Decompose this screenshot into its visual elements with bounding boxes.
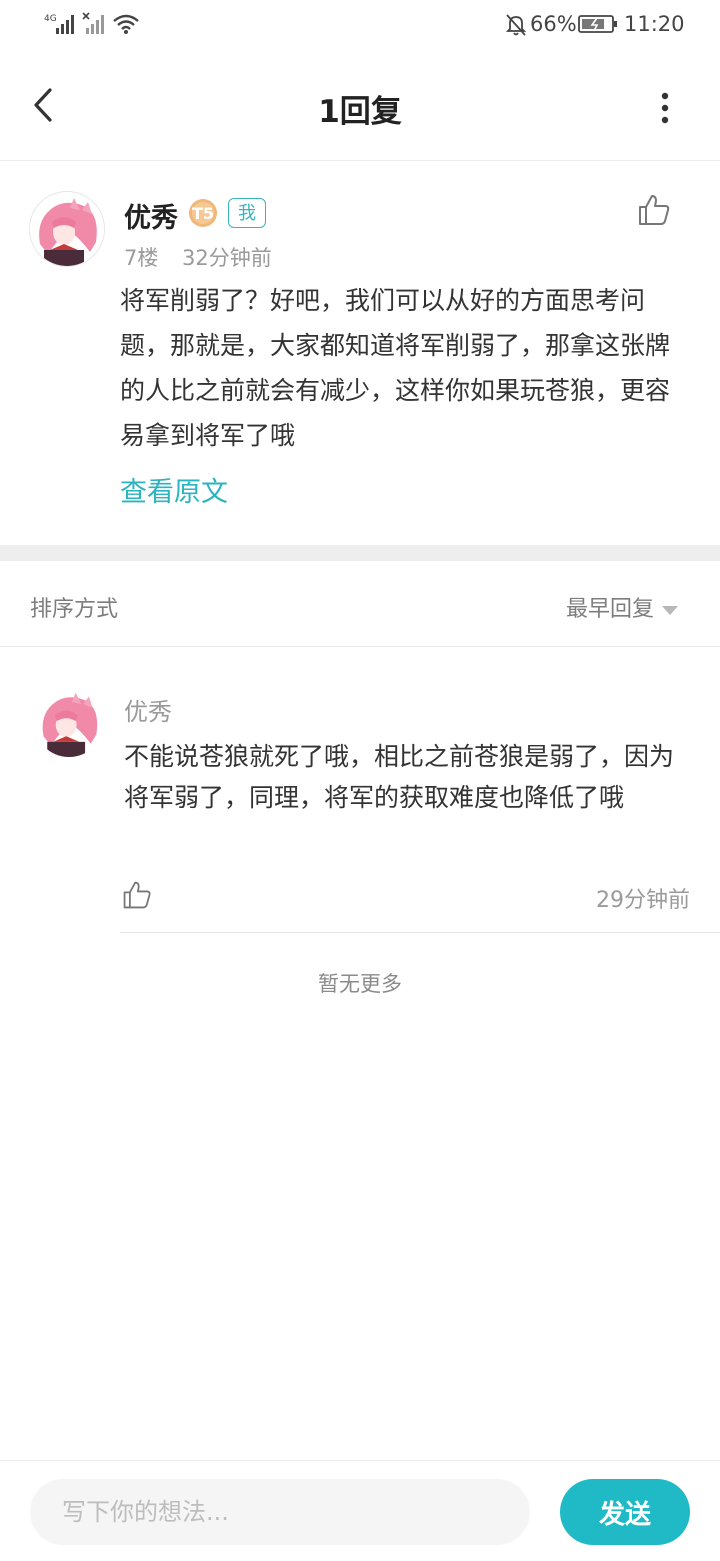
level-badge-text: T5 <box>192 204 214 223</box>
no-more-text: 暂无更多 <box>318 972 402 996</box>
clock: 11:20 <box>624 12 685 36</box>
level-badge-icon: T5 <box>189 199 217 227</box>
signal-icon: 4G <box>44 14 74 34</box>
section-divider <box>0 545 720 561</box>
sort-label: 排序方式 <box>30 597 119 622</box>
reply-username[interactable]: 优秀 <box>124 692 172 727</box>
reply-content: 不能说苍狼就死了哦，相比之前苍狼是弱了，因为将军弱了，同理，将军的获取难度也降低… <box>124 742 675 812</box>
post-timestamp: 32分钟前 <box>182 246 272 270</box>
top-nav-bar: 1回复 <box>0 52 720 161</box>
page-title: 1回复 <box>318 94 402 130</box>
post-content: 将军削弱了？好吧，我们可以从好的方面思考问题，那就是，大家都知道将军削弱了，那拿… <box>120 286 671 450</box>
floor-number: 7楼 <box>124 246 159 270</box>
caret-down-icon <box>662 605 679 615</box>
battery-percent: 66% <box>530 12 577 36</box>
me-badge: 我 <box>228 198 266 228</box>
reply-divider <box>120 932 720 933</box>
sort-selected-label: 最早回复 <box>566 597 655 622</box>
sort-dropdown[interactable]: 最早回复 <box>566 591 679 623</box>
anime-avatar-image <box>30 192 104 266</box>
comment-input[interactable] <box>30 1479 530 1545</box>
send-button[interactable]: 发送 <box>560 1479 690 1545</box>
wifi-icon <box>113 14 139 34</box>
view-original-link[interactable]: 查看原文 <box>120 470 228 509</box>
post-username[interactable]: 优秀 <box>124 196 178 235</box>
thumbs-up-icon[interactable] <box>121 879 153 911</box>
anime-avatar-image <box>34 687 104 757</box>
battery-charging-icon <box>578 15 617 33</box>
reply-avatar[interactable] <box>34 687 104 757</box>
reply-timestamp: 29分钟前 <box>596 888 690 913</box>
thumbs-up-icon[interactable] <box>636 192 672 228</box>
comment-composer: 发送 <box>0 1460 720 1561</box>
more-vertical-icon[interactable] <box>650 88 680 128</box>
svg-text:4G: 4G <box>44 14 57 24</box>
avatar[interactable] <box>30 192 104 266</box>
sort-bar: 排序方式 最早回复 <box>0 561 720 647</box>
status-bar: 4G 66% 11:20 <box>0 0 720 52</box>
mute-bell-icon <box>505 14 527 36</box>
no-signal-icon <box>82 12 104 34</box>
